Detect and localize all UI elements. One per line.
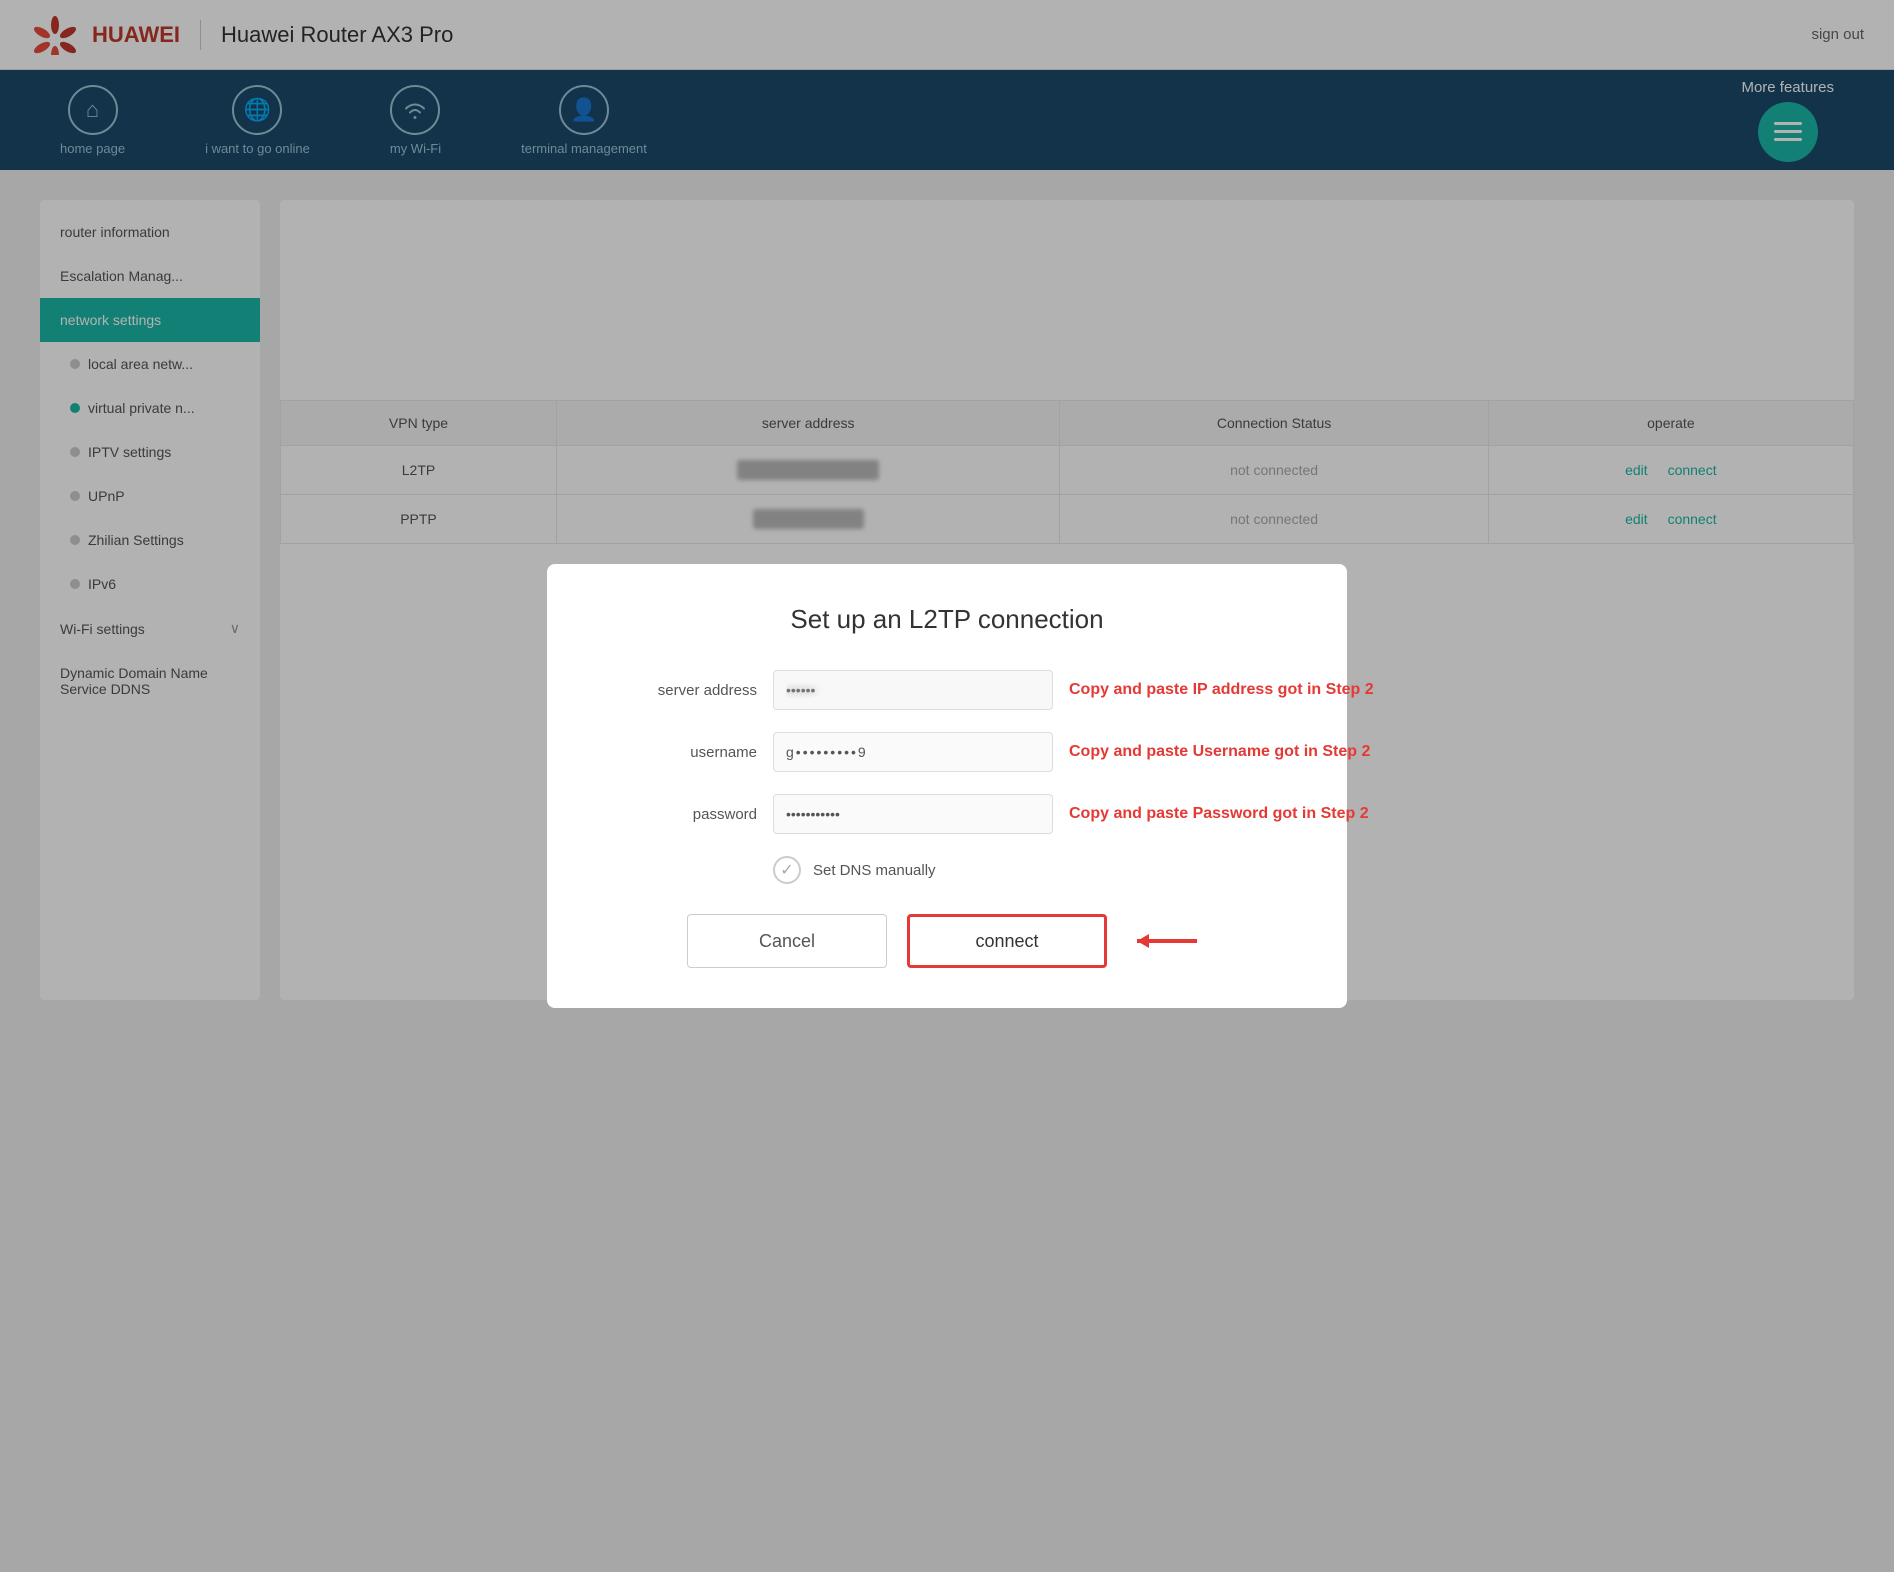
modal-dialog: Set up an L2TP connection server address… — [547, 564, 1347, 1008]
server-address-label: server address — [607, 682, 757, 699]
modal-overlay: Set up an L2TP connection server address… — [0, 0, 1894, 1572]
connect-button[interactable]: connect — [907, 914, 1107, 968]
password-input[interactable] — [773, 794, 1053, 834]
password-label: password — [607, 806, 757, 823]
modal-buttons: Cancel connect — [607, 914, 1287, 968]
server-address-row: server address Copy and paste IP address… — [607, 670, 1287, 710]
arrow-indicator — [1127, 926, 1207, 956]
username-row: username Copy and paste Username got in … — [607, 732, 1287, 772]
modal-title: Set up an L2TP connection — [607, 604, 1287, 635]
username-hint: Copy and paste Username got in Step 2 — [1069, 743, 1370, 761]
username-label: username — [607, 744, 757, 761]
server-address-hint: Copy and paste IP address got in Step 2 — [1069, 681, 1374, 699]
dns-label: Set DNS manually — [813, 862, 936, 879]
server-address-input[interactable] — [773, 670, 1053, 710]
password-hint: Copy and paste Password got in Step 2 — [1069, 805, 1369, 823]
dns-row: ✓ Set DNS manually — [773, 856, 1287, 884]
password-row: password Copy and paste Password got in … — [607, 794, 1287, 834]
username-input[interactable] — [773, 732, 1053, 772]
dns-checkbox[interactable]: ✓ — [773, 856, 801, 884]
cancel-button[interactable]: Cancel — [687, 914, 887, 968]
